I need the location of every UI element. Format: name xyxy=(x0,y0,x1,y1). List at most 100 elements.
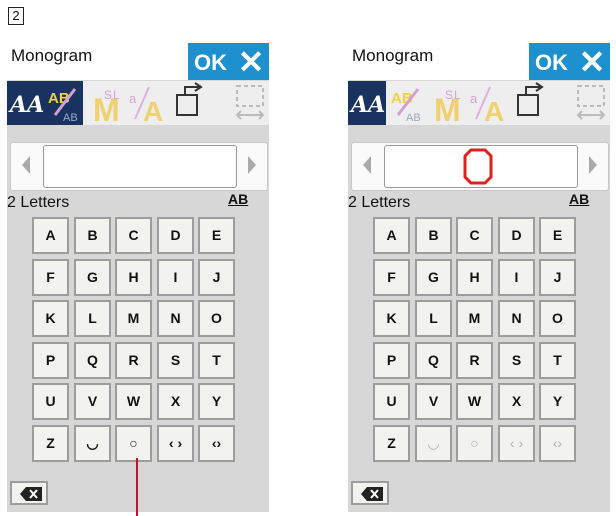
key-y[interactable]: Y xyxy=(539,383,576,420)
callout-pointer-line xyxy=(136,458,138,516)
key-h[interactable]: H xyxy=(115,259,152,296)
key-z[interactable]: Z xyxy=(32,425,69,462)
key-n[interactable]: N xyxy=(157,300,194,337)
letter-size-icon[interactable]: AB xyxy=(569,191,589,207)
key-s[interactable]: S xyxy=(157,342,194,379)
key-b[interactable]: B xyxy=(74,217,111,254)
key-v[interactable]: V xyxy=(74,383,111,420)
key-u[interactable]: U xyxy=(32,383,69,420)
backspace-button[interactable] xyxy=(10,481,48,505)
panel-title: Monogram xyxy=(352,46,434,65)
key-p[interactable]: P xyxy=(373,342,410,379)
key-symbol-2[interactable]: ○ xyxy=(115,425,152,462)
key-y[interactable]: Y xyxy=(198,383,235,420)
monogram-panel-right: Monogram OK ✕ AA AB AB MSL aA O 2 Letter… xyxy=(348,40,610,512)
key-i[interactable]: I xyxy=(498,259,535,296)
scroll-right-arrow[interactable] xyxy=(589,156,597,174)
close-button[interactable]: ✕ xyxy=(233,43,269,80)
svg-text:AB: AB xyxy=(406,112,421,124)
font-style-icon[interactable]: AA xyxy=(348,81,386,125)
backspace-icon xyxy=(361,487,383,501)
key-c[interactable]: C xyxy=(456,217,493,254)
key-t[interactable]: T xyxy=(198,342,235,379)
key-j[interactable]: J xyxy=(539,259,576,296)
layout-icon[interactable] xyxy=(231,81,269,125)
letter-spacing-icon[interactable]: aA xyxy=(127,81,165,125)
letter-size-icon[interactable]: AB xyxy=(228,191,248,207)
key-v[interactable]: V xyxy=(415,383,452,420)
key-z[interactable]: Z xyxy=(373,425,410,462)
letter-spacing-icon[interactable]: aA xyxy=(468,81,506,125)
layout-icon[interactable] xyxy=(572,81,610,125)
key-d[interactable]: D xyxy=(157,217,194,254)
key-symbol-3[interactable]: ‹ › xyxy=(498,425,535,462)
key-l[interactable]: L xyxy=(415,300,452,337)
ok-button[interactable]: OK xyxy=(188,43,233,80)
font-style-icon[interactable]: AA xyxy=(7,81,45,125)
key-d[interactable]: D xyxy=(498,217,535,254)
letter-arrangement-icon[interactable]: AB AB xyxy=(388,81,426,125)
svg-text:A: A xyxy=(484,96,504,125)
key-i[interactable]: I xyxy=(157,259,194,296)
key-r[interactable]: R xyxy=(115,342,152,379)
letter-arrangement-icon[interactable]: AB AB xyxy=(45,81,83,125)
key-k[interactable]: K xyxy=(32,300,69,337)
preview-box xyxy=(10,142,268,191)
scroll-right-arrow[interactable] xyxy=(248,156,256,174)
key-q[interactable]: Q xyxy=(415,342,452,379)
key-o[interactable]: O xyxy=(539,300,576,337)
key-symbol-4[interactable]: ‹› xyxy=(539,425,576,462)
key-g[interactable]: G xyxy=(74,259,111,296)
key-h[interactable]: H xyxy=(456,259,493,296)
key-g[interactable]: G xyxy=(415,259,452,296)
key-m[interactable]: M xyxy=(456,300,493,337)
letter-count-label: 2 Letters xyxy=(348,194,411,211)
monogram-display: O xyxy=(384,145,578,188)
key-symbol-1[interactable]: ◡ xyxy=(415,425,452,462)
backspace-button[interactable] xyxy=(351,481,389,505)
key-c[interactable]: C xyxy=(115,217,152,254)
ok-button[interactable]: OK xyxy=(529,43,574,80)
monogram-size-icon[interactable]: MSL xyxy=(428,81,466,125)
key-w[interactable]: W xyxy=(456,383,493,420)
key-q[interactable]: Q xyxy=(74,342,111,379)
scroll-left-arrow[interactable] xyxy=(22,156,30,174)
close-button[interactable]: ✕ xyxy=(574,43,610,80)
key-symbol-4[interactable]: ‹› xyxy=(198,425,235,462)
key-j[interactable]: J xyxy=(198,259,235,296)
svg-text:S: S xyxy=(445,88,453,102)
key-t[interactable]: T xyxy=(539,342,576,379)
key-n[interactable]: N xyxy=(498,300,535,337)
mirror-icon[interactable] xyxy=(171,81,209,125)
mirror-icon[interactable] xyxy=(512,81,550,125)
key-e[interactable]: E xyxy=(198,217,235,254)
key-k[interactable]: K xyxy=(373,300,410,337)
key-b[interactable]: B xyxy=(415,217,452,254)
scroll-left-arrow[interactable] xyxy=(363,156,371,174)
monogram-size-icon[interactable]: MSL xyxy=(87,81,125,125)
key-l[interactable]: L xyxy=(74,300,111,337)
key-e[interactable]: E xyxy=(539,217,576,254)
key-a[interactable]: A xyxy=(32,217,69,254)
key-x[interactable]: X xyxy=(157,383,194,420)
key-f[interactable]: F xyxy=(373,259,410,296)
key-w[interactable]: W xyxy=(115,383,152,420)
key-symbol-3[interactable]: ‹ › xyxy=(157,425,194,462)
key-a[interactable]: A xyxy=(373,217,410,254)
toolbar: AA AB AB MSL aA xyxy=(7,81,269,125)
title-bar: Monogram OK ✕ xyxy=(348,40,610,80)
key-symbol-2[interactable]: ○ xyxy=(456,425,493,462)
key-o[interactable]: O xyxy=(198,300,235,337)
letter-count-label: 2 Letters xyxy=(7,194,70,211)
key-s[interactable]: S xyxy=(498,342,535,379)
key-p[interactable]: P xyxy=(32,342,69,379)
key-x[interactable]: X xyxy=(498,383,535,420)
key-r[interactable]: R xyxy=(456,342,493,379)
svg-text:L: L xyxy=(113,88,120,102)
key-symbol-1[interactable]: ◡ xyxy=(74,425,111,462)
key-u[interactable]: U xyxy=(373,383,410,420)
svg-text:A: A xyxy=(143,96,163,125)
display-letter-glyph: O xyxy=(463,148,493,185)
key-f[interactable]: F xyxy=(32,259,69,296)
key-m[interactable]: M xyxy=(115,300,152,337)
